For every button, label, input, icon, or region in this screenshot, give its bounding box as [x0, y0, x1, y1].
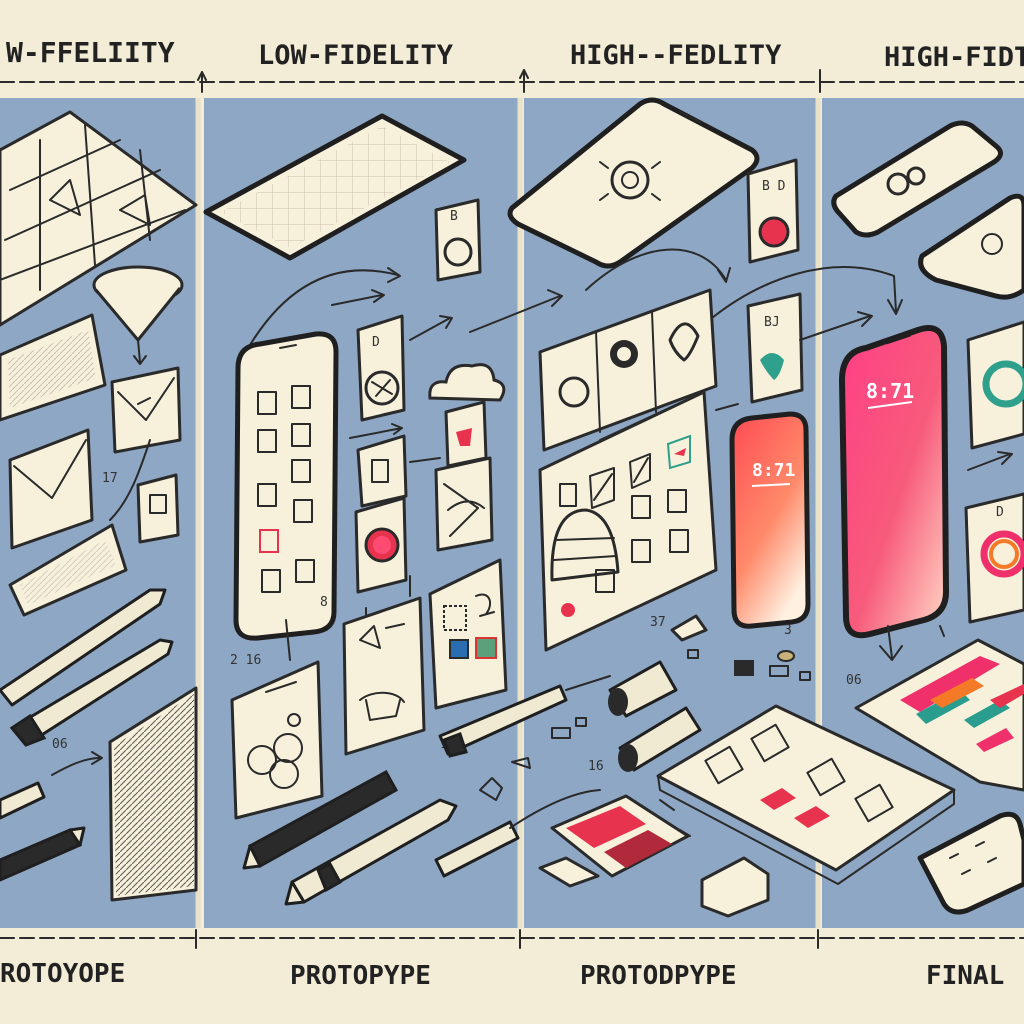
annotation-06: 06: [52, 737, 68, 752]
stage-3-footer: PROTODPYPE: [580, 961, 737, 991]
stage-3-heading: HIGH--FEDLITY: [570, 40, 782, 71]
svg-text:D: D: [372, 335, 380, 350]
annotation-17: 17: [102, 471, 118, 486]
wireframe-phone: [233, 331, 339, 641]
stage-4-footer: FINAL: [926, 961, 1004, 991]
stage-1-heading: W-FFELIITY: [6, 36, 175, 69]
stage-1-footer: ROTOYOPE: [0, 959, 125, 989]
red-phone-time: 8:71: [752, 460, 795, 481]
annotation-37: 37: [650, 615, 666, 630]
svg-text:BJ: BJ: [764, 315, 780, 330]
annotation-2-16: 2 16: [230, 653, 261, 668]
svg-text:B: B: [450, 209, 458, 224]
stage-2-footer: PROTOPYPE: [290, 961, 431, 991]
red-gradient-phone: 8:71: [729, 411, 811, 629]
pink-gradient-phone: 8:71: [838, 325, 950, 639]
annotation-3: 3: [784, 623, 792, 638]
svg-text:B D: B D: [762, 179, 786, 194]
annotation-06-final: 06: [846, 673, 862, 688]
annotation-16: 16: [588, 759, 604, 774]
stage-4-heading: HIGH-FIDTHI: [884, 42, 1024, 73]
svg-text:D: D: [996, 505, 1004, 520]
pink-phone-time: 8:71: [866, 379, 914, 403]
design-process-diagram: W-FFELIITY LOW-FIDELITY HIGH--FEDLITY HI…: [0, 0, 1024, 1024]
stage-2-heading: LOW-FIDELITY: [258, 40, 454, 71]
annotation-8: 8: [320, 595, 328, 610]
